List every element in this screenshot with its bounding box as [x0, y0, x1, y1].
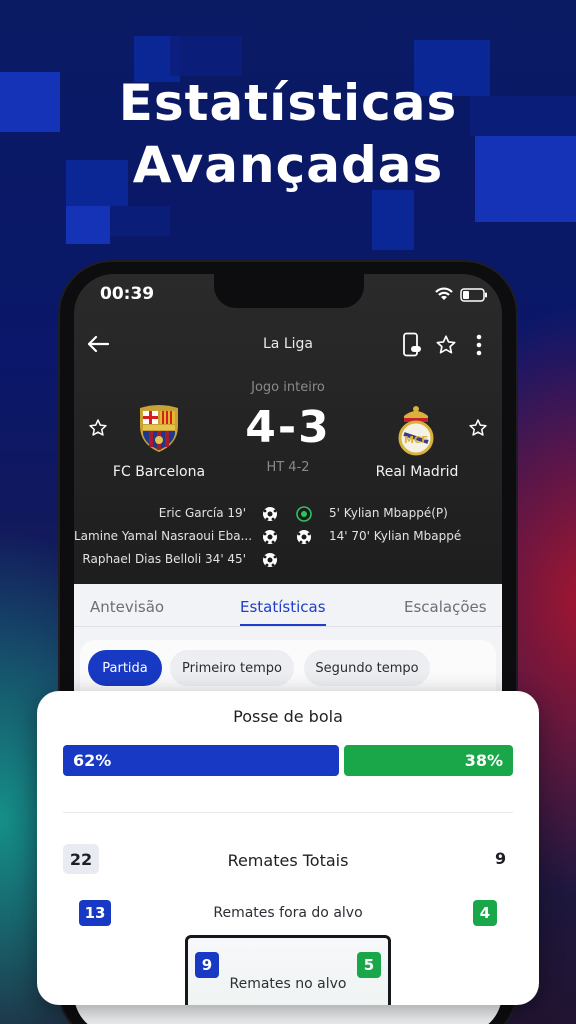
home-team-name[interactable]: FC Barcelona	[84, 464, 234, 480]
more-options-icon[interactable]	[468, 331, 490, 359]
possession-away-label: 38%	[464, 751, 503, 770]
filter-segundo-tempo[interactable]: Segundo tempo	[304, 650, 430, 686]
total-shots-title: Remates Totais	[227, 851, 349, 870]
real-madrid-crest-icon[interactable]: MCF	[396, 404, 436, 460]
home-event: Raphael Dias Belloli 34' 45'	[82, 552, 246, 566]
possession-bar-away: 38%	[344, 745, 513, 776]
pixel-tile	[66, 206, 110, 244]
star-icon-favorite-match[interactable]	[432, 331, 460, 359]
stats-card: Posse de bola 62% 38% 22 Remates Totais …	[37, 691, 539, 1005]
hero-title-line1: Estatísticas	[118, 74, 458, 132]
shots-off-target-title: Remates fora do alvo	[213, 905, 363, 921]
goal-ball-icon	[262, 552, 278, 572]
home-event: Lamine Yamal Nasraoui Eba...	[74, 529, 253, 543]
phone-notch	[214, 274, 364, 308]
tab-divider	[74, 626, 502, 627]
away-team-name[interactable]: Real Madrid	[342, 464, 492, 480]
hero-title-line2: Avançadas	[132, 136, 444, 194]
shots-on-target-home: 9	[195, 952, 219, 978]
wifi-icon	[434, 286, 454, 306]
pixel-tile	[372, 190, 414, 250]
shots-off-target-away: 4	[473, 900, 497, 926]
home-event: Eric García 19'	[158, 506, 246, 520]
goal-ball-icon	[262, 529, 278, 549]
penalty-goal-icon	[296, 506, 312, 526]
period-label: Jogo inteiro	[251, 380, 325, 395]
possession-home-label: 62%	[73, 751, 112, 770]
star-icon-home-team[interactable]	[86, 416, 110, 440]
filter-primeiro-tempo[interactable]: Primeiro tempo	[170, 650, 294, 686]
svg-text:MCF: MCF	[404, 435, 428, 446]
device-toggle-icon[interactable]	[400, 331, 424, 359]
possession-bar-home: 62%	[63, 745, 339, 776]
battery-icon	[460, 287, 488, 306]
tab-antevisao[interactable]: Antevisão	[90, 598, 164, 616]
goal-ball-icon	[262, 506, 278, 526]
tab-escalacoes[interactable]: Escalações	[404, 598, 487, 616]
tab-estatisticas[interactable]: Estatísticas	[240, 598, 326, 616]
barcelona-crest-icon[interactable]	[136, 404, 182, 458]
filter-partida[interactable]: Partida	[88, 650, 162, 686]
status-time: 00:39	[100, 284, 155, 304]
goal-ball-icon	[296, 529, 312, 549]
away-event: 14' 70' Kylian Mbappé	[329, 529, 462, 543]
total-shots-away: 9	[495, 849, 507, 868]
shots-on-target-title: Remates no alvo	[229, 976, 347, 992]
possession-title: Posse de bola	[233, 707, 343, 726]
star-icon-away-team[interactable]	[466, 416, 490, 440]
away-event: 5' Kylian Mbappé(P)	[329, 506, 448, 520]
pixel-tile	[110, 206, 170, 236]
card-divider	[63, 812, 513, 813]
pixel-tile	[170, 36, 242, 76]
shots-on-target-away: 5	[357, 952, 381, 978]
